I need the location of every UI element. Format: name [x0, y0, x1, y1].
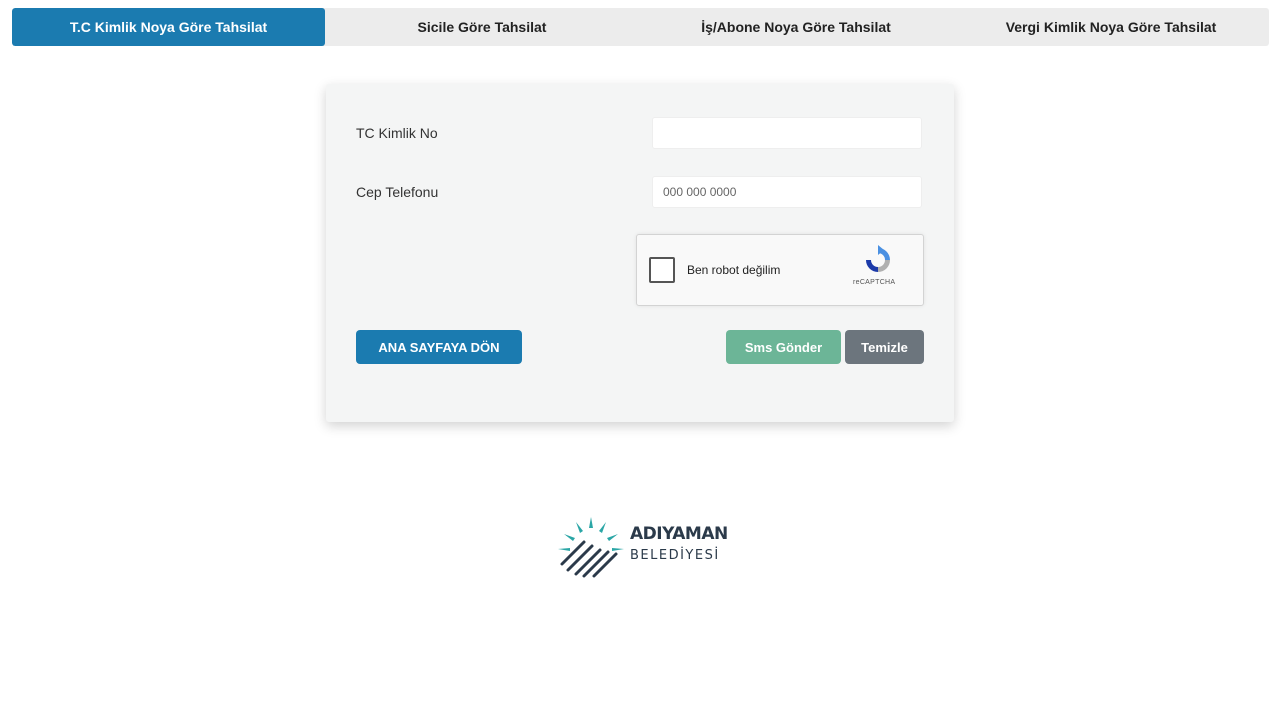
tab-is-abone[interactable]: İş/Abone Noya Göre Tahsilat [639, 8, 953, 46]
recaptcha-brand: reCAPTCHA [853, 279, 896, 286]
tc-kimlik-input[interactable] [652, 117, 922, 149]
phone-label: Cep Telefonu [356, 184, 439, 200]
logo-subtitle: BELEDİYESİ [630, 548, 720, 563]
clear-button[interactable]: Temizle [845, 330, 924, 364]
recaptcha-widget: Ben robot değilim reCAPTCHA [636, 234, 924, 306]
send-sms-button[interactable]: Sms Gönder [726, 330, 841, 364]
recaptcha-icon [866, 245, 890, 272]
back-to-home-button[interactable]: ANA SAYFAYA DÖN [356, 330, 522, 364]
phone-input[interactable] [652, 176, 922, 208]
tab-vergi-kimlik[interactable]: Vergi Kimlik Noya Göre Tahsilat [953, 8, 1269, 46]
tab-sicil[interactable]: Sicile Göre Tahsilat [325, 8, 639, 46]
tab-bar: T.C Kimlik Noya Göre Tahsilat Sicile Gör… [12, 8, 1269, 46]
recaptcha-checkbox[interactable] [649, 257, 675, 283]
tab-tc-kimlik[interactable]: T.C Kimlik Noya Göre Tahsilat [12, 8, 325, 46]
tc-kimlik-label: TC Kimlik No [356, 125, 438, 141]
municipality-emblem-icon [558, 517, 624, 578]
payment-form-card: TC Kimlik No Cep Telefonu Ben robot deği… [326, 84, 954, 422]
recaptcha-label: Ben robot değilim [687, 263, 781, 277]
adiyaman-belediyesi-logo: ADIYAMAN BELEDİYESİ [554, 514, 728, 582]
logo-title: ADIYAMAN [630, 524, 728, 544]
